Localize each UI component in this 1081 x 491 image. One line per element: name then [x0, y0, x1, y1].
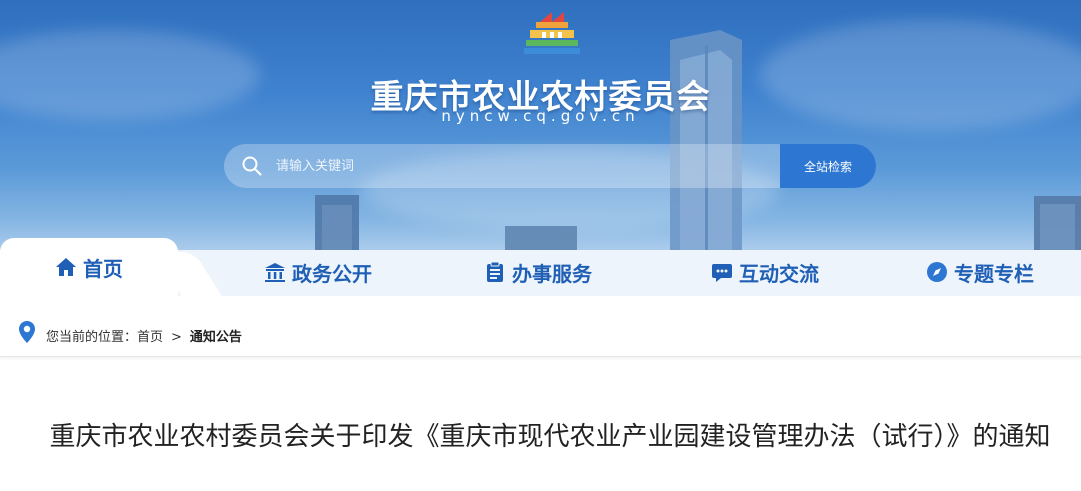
article-title: 重庆市农业农村委员会关于印发《重庆市现代农业产业园建设管理办法（试行）》的通知 [49, 422, 1051, 452]
government-building-logo [524, 12, 580, 54]
site-domain: nyncw.cq.gov.cn [441, 107, 640, 125]
search-icon [242, 156, 262, 176]
tab-home-label: 首页 [83, 256, 123, 281]
main-nav: 首页 政务公开 办事服务 互动交流 专题专栏 [0, 236, 1081, 296]
tab-government-affairs[interactable]: 政务公开 [218, 250, 418, 294]
compass-icon [927, 262, 947, 282]
tab-home[interactable]: 首页 [0, 238, 178, 296]
chat-icon [712, 264, 732, 282]
government-icon [265, 263, 285, 282]
breadcrumb: 您当前的位置：首页 > 通知公告 [0, 296, 1081, 357]
clipboard-icon [487, 261, 503, 282]
breadcrumb-current[interactable]: 通知公告 [190, 330, 242, 345]
tab-special-topics[interactable]: 专题专栏 [880, 250, 1080, 294]
location-pin-icon [19, 321, 35, 343]
search-button[interactable]: 全站检索 [780, 144, 876, 188]
tab-interaction-label: 互动交流 [739, 261, 819, 286]
tab-services[interactable]: 办事服务 [438, 250, 638, 294]
home-icon [56, 258, 76, 276]
tab-services-label: 办事服务 [512, 261, 592, 286]
tab-special-topics-label: 专题专栏 [954, 261, 1034, 286]
tab-government-affairs-label: 政务公开 [292, 261, 372, 286]
header-banner: 重庆市农业农村委员会 nyncw.cq.gov.cn 全站检索 [0, 0, 1081, 260]
search-bar: 全站检索 [224, 144, 876, 188]
breadcrumb-text: 您当前的位置：首页 > 通知公告 [46, 326, 242, 345]
search-input[interactable] [268, 144, 786, 188]
breadcrumb-home-link[interactable]: 您当前的位置：首页 [46, 330, 163, 345]
tab-interaction[interactable]: 互动交流 [660, 250, 870, 294]
breadcrumb-separator: > [171, 330, 182, 345]
